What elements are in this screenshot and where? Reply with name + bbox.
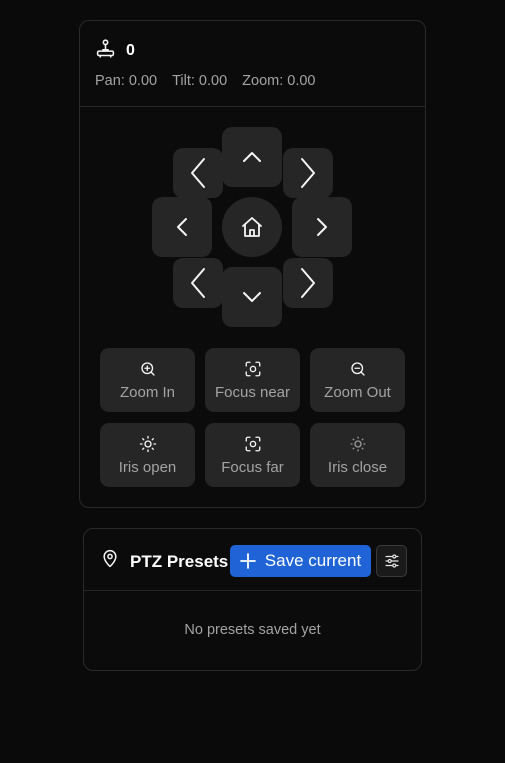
focus-far-button[interactable]: Focus far <box>205 423 300 487</box>
tilt-up-button[interactable] <box>222 127 282 187</box>
camera-header: 0 <box>95 38 135 64</box>
sliders-icon <box>384 554 399 568</box>
presets-title: PTZ Presets <box>130 551 229 571</box>
pan-down-right-button[interactable] <box>283 258 333 308</box>
focus-near-button[interactable]: Focus near <box>205 348 300 412</box>
iris-close-button[interactable]: Iris close <box>310 423 405 487</box>
presets-header: PTZ Presets Save current <box>100 545 407 578</box>
preset-settings-button[interactable] <box>376 545 407 577</box>
map-pin-icon <box>100 549 120 574</box>
focus-icon <box>245 361 260 376</box>
zoom-out-button[interactable]: Zoom Out <box>310 348 405 412</box>
save-current-label: Save current <box>264 551 362 570</box>
zoom-in-icon <box>140 361 155 376</box>
zoom-in-button[interactable]: Zoom In <box>100 348 195 412</box>
chevron-left-icon <box>191 268 205 298</box>
pan-up-left-button[interactable] <box>173 148 223 198</box>
chevron-right-icon <box>301 268 315 298</box>
pan-readout: Pan: 0.00 <box>95 73 158 89</box>
header-divider <box>80 106 425 107</box>
save-current-button[interactable]: Save current <box>230 545 371 577</box>
zoom-out-label: Zoom Out <box>324 383 391 401</box>
zoom-out-icon <box>350 361 365 376</box>
iris-close-label: Iris close <box>327 458 388 476</box>
pan-right-button[interactable] <box>292 197 352 257</box>
chevron-up-icon <box>243 152 261 162</box>
joystick-icon <box>95 38 116 64</box>
iris-open-label: Iris open <box>118 458 177 476</box>
presets-empty-message: No presets saved yet <box>184 622 321 638</box>
tilt-down-button[interactable] <box>222 267 282 327</box>
chevron-right-icon <box>317 218 327 236</box>
chevron-right-icon <box>301 158 315 188</box>
ptz-readout: Pan: 0.00 Tilt: 0.00 Zoom: 0.00 <box>95 73 331 89</box>
plus-icon <box>239 553 256 569</box>
chevron-left-icon <box>191 158 205 188</box>
sun-icon <box>139 435 156 452</box>
home-button[interactable] <box>222 197 282 257</box>
iris-open-button[interactable]: Iris open <box>100 423 195 487</box>
focus-near-label: Focus near <box>214 383 291 401</box>
ptz-control-card: 0 Pan: 0.00 Tilt: 0.00 Zoom: 0.00 Zoom I… <box>79 20 426 508</box>
pan-down-left-button[interactable] <box>173 258 223 308</box>
zoom-readout: Zoom: 0.00 <box>242 73 316 89</box>
sun-dim-icon <box>350 436 365 451</box>
pan-up-right-button[interactable] <box>283 148 333 198</box>
chevron-down-icon <box>243 292 261 302</box>
focus-far-label: Focus far <box>221 458 284 476</box>
zoom-in-label: Zoom In <box>119 383 176 401</box>
focus-icon <box>245 436 260 451</box>
home-icon <box>242 217 262 237</box>
chevron-left-icon <box>177 218 187 236</box>
pan-left-button[interactable] <box>152 197 212 257</box>
presets-divider <box>84 590 421 591</box>
presets-card: PTZ Presets Save current No presets save… <box>83 528 422 671</box>
tilt-readout: Tilt: 0.00 <box>172 73 228 89</box>
camera-id: 0 <box>126 42 135 59</box>
